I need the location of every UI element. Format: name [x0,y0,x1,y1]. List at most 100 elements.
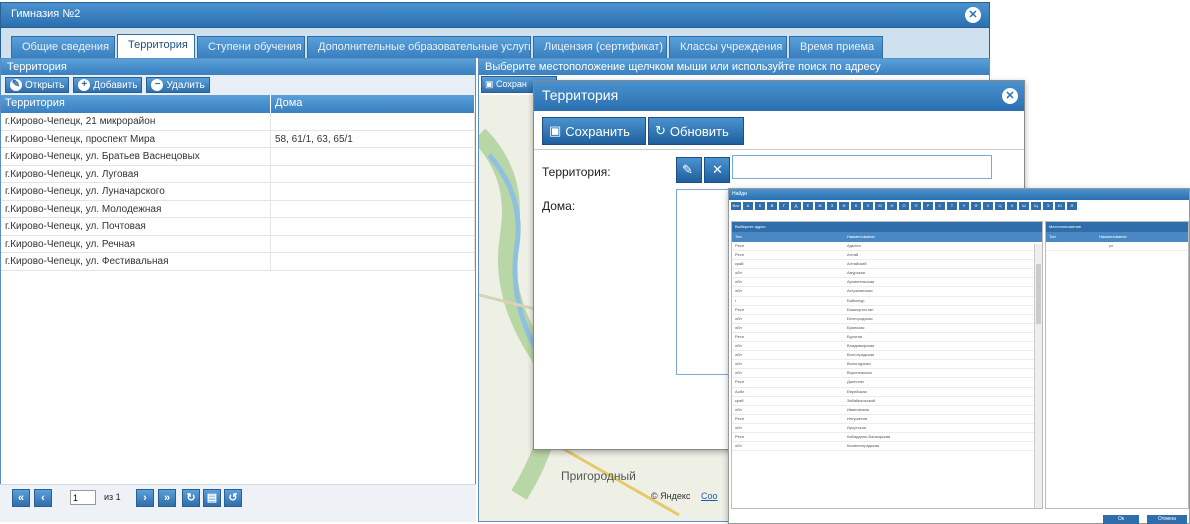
table-row[interactable]: г.Кирово-Чепецк, ул. Луначарского [1,183,475,201]
list-item[interactable]: Респ Адыгея [732,242,1042,252]
dialog-refresh-button[interactable]: ↻ Обновить [648,117,744,145]
list-item[interactable]: Респ Ингушетия [732,415,1042,424]
scrollbar[interactable] [1034,244,1042,508]
list-item[interactable]: Респ Алтай [732,251,1042,261]
tab-reception-time[interactable]: Время приема [789,36,883,58]
letter-button[interactable]: М [875,202,885,210]
letter-button[interactable]: Я [1067,202,1077,210]
territory-input[interactable] [732,155,992,179]
last-page-icon[interactable]: » [158,489,176,507]
cell-name: Владимирская [847,343,875,349]
list-item[interactable]: обл Вологодская [732,360,1042,370]
tab-general[interactable]: Общие сведения [11,36,115,58]
letter-button[interactable]: Н [887,202,897,210]
list-item[interactable]: край Забайкальский [732,397,1042,406]
location-list-header: Тип Наименование [1046,232,1188,242]
list-item[interactable]: обл Архангельская [732,278,1042,288]
letter-button[interactable]: Ц [995,202,1005,210]
letter-button[interactable]: Е [803,202,813,210]
letter-button[interactable]: О [899,202,909,210]
letter-button[interactable]: Ю [1055,202,1065,210]
ok-button[interactable]: Ок [1103,515,1139,524]
letter-button[interactable]: С [935,202,945,210]
tab-levels[interactable]: Ступени обучения [197,36,305,58]
scrollbar-thumb[interactable] [1036,264,1041,324]
list-item[interactable]: обл Астраханская [732,287,1042,297]
table-row[interactable]: г.Кирово-Чепецк, ул. Фестивальная [1,253,475,271]
add-label: Добавить [93,79,138,91]
letter-button[interactable]: Все [731,202,741,210]
open-button[interactable]: ✎ Открыть [5,77,70,93]
letter-button[interactable]: Ш [1019,202,1029,210]
list-item[interactable]: Респ Бурятия [732,333,1042,343]
letter-button[interactable]: П [911,202,921,210]
table-row[interactable]: г.Кирово-Чепецк, проспект Мира 58, 61/1, … [1,130,475,148]
list-item[interactable]: г Байконур [732,297,1042,306]
clear-territory-icon[interactable]: ✕ [704,157,730,183]
list-item[interactable]: обл Иркутская [732,424,1042,433]
table-row[interactable]: г.Кирово-Чепецк, ул. Молодежная [1,200,475,218]
tab-territory[interactable]: Территория [117,34,195,58]
list-item[interactable]: обл Ивановская [732,406,1042,415]
tab-license[interactable]: Лицензия (сертификат) [533,36,667,58]
letter-button[interactable]: Д [791,202,801,210]
add-button[interactable]: + Добавить [73,77,143,93]
yandex-link[interactable]: Соо [701,491,718,501]
table-row[interactable]: г.Кирово-Чепецк, ул. Братьев Васнецовых [1,148,475,166]
letter-button[interactable]: Щ [1031,202,1041,210]
letter-button[interactable]: В [767,202,777,210]
first-page-icon[interactable]: « [12,489,30,507]
letter-button[interactable]: Г [779,202,789,210]
cell-name: ул [1109,243,1114,248]
list-item[interactable]: обл Воронежская [732,369,1042,379]
letter-button[interactable]: Э [1043,202,1053,210]
letter-button[interactable]: К [851,202,861,210]
col-houses[interactable]: Дома [271,95,475,113]
tab-classes[interactable]: Классы учреждения [669,36,787,58]
table-row[interactable]: г.Кирово-Чепецк, 21 микрорайон [1,113,475,131]
letter-button[interactable]: Ф [971,202,981,210]
tab-extra-services[interactable]: Дополнительные образовательные услуги [307,36,531,58]
list-item[interactable]: обл Владимирская [732,342,1042,352]
list-item[interactable]: Респ Дагестан [732,378,1042,388]
table-row[interactable]: г.Кирово-Чепецк, ул. Речная [1,235,475,253]
table-row[interactable]: г.Кирово-Чепецк, ул. Почтовая [1,218,475,236]
list-item[interactable]: Аобл Еврейская [732,388,1042,397]
cancel-button[interactable]: Отмена [1147,515,1187,524]
list-item[interactable]: обл Белгородская [732,315,1042,324]
list-item[interactable]: Респ Кабардино-Балкарская [732,433,1042,443]
list-item[interactable]: ул [1046,242,1188,252]
letter-button[interactable]: Л [863,202,873,210]
list-item[interactable]: обл Волгоградская [732,351,1042,361]
letter-button[interactable]: Х [983,202,993,210]
cell-type: обл [735,315,742,321]
letter-button[interactable]: А [743,202,753,210]
page-input[interactable] [70,490,96,505]
refresh-icon[interactable]: ↻ [182,489,200,507]
next-page-icon[interactable]: › [136,489,154,507]
list-item[interactable]: Респ Башкортостан [732,306,1042,315]
list-item[interactable]: край Алтайский [732,260,1042,270]
letter-button[interactable]: Ж [815,202,825,210]
letter-button[interactable]: З [827,202,837,210]
letter-button[interactable]: Б [755,202,765,210]
letter-button[interactable]: И [839,202,849,210]
table-row[interactable]: г.Кирово-Чепецк, ул. Луговая [1,165,475,183]
dialog-close-icon[interactable]: ✕ [1002,88,1018,104]
close-window-icon[interactable]: ✕ [965,7,981,23]
delete-button[interactable]: − Удалить [146,77,210,93]
col-territory[interactable]: Территория [1,95,271,113]
dialog-save-button[interactable]: ▣ Сохранить [542,117,646,145]
list-item[interactable]: обл Брянская [732,324,1042,333]
prev-page-icon[interactable]: ‹ [34,489,52,507]
letter-button[interactable]: У [959,202,969,210]
letter-button[interactable]: Ч [1007,202,1017,210]
list-item[interactable]: обл Амурская [732,269,1042,279]
address-list: Выберите адрес Тип Наименование Респ Адыг… [731,221,1043,509]
reset-icon[interactable]: ↺ [224,489,242,507]
letter-button[interactable]: Р [923,202,933,210]
list-item[interactable]: обл Калининградская [732,442,1042,452]
letter-button[interactable]: Т [947,202,957,210]
edit-territory-icon[interactable]: ✎ [676,157,702,183]
print-icon[interactable]: ▤ [203,489,221,507]
